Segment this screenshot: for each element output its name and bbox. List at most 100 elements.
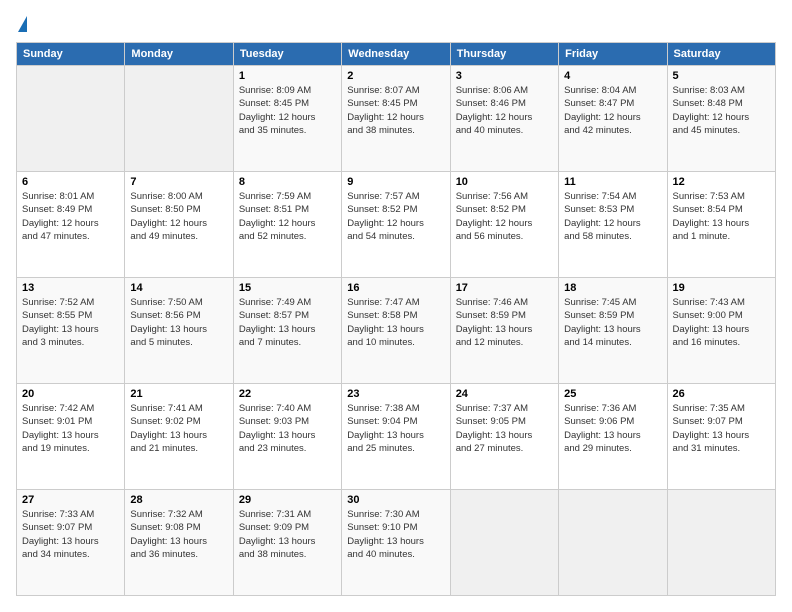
day-number: 5 xyxy=(673,70,770,82)
calendar-cell: 8 Sunrise: 7:59 AM Sunset: 8:51 PM Daylig… xyxy=(233,172,341,278)
day-number: 18 xyxy=(564,282,661,294)
calendar-cell: 20 Sunrise: 7:42 AM Sunset: 9:01 PM Dayli… xyxy=(17,384,125,490)
calendar-cell: 9 Sunrise: 7:57 AM Sunset: 8:52 PM Daylig… xyxy=(342,172,450,278)
day-info: Sunrise: 7:41 AM Sunset: 9:02 PM Dayligh… xyxy=(130,402,227,455)
day-info: Sunrise: 7:56 AM Sunset: 8:52 PM Dayligh… xyxy=(456,190,553,243)
day-info: Sunrise: 8:01 AM Sunset: 8:49 PM Dayligh… xyxy=(22,190,119,243)
day-number: 20 xyxy=(22,388,119,400)
day-info: Sunrise: 7:31 AM Sunset: 9:09 PM Dayligh… xyxy=(239,508,336,561)
day-info: Sunrise: 7:33 AM Sunset: 9:07 PM Dayligh… xyxy=(22,508,119,561)
day-number: 17 xyxy=(456,282,553,294)
day-info: Sunrise: 7:42 AM Sunset: 9:01 PM Dayligh… xyxy=(22,402,119,455)
calendar-cell xyxy=(559,490,667,596)
calendar-cell: 24 Sunrise: 7:37 AM Sunset: 9:05 PM Dayli… xyxy=(450,384,558,490)
calendar-week-row: 27 Sunrise: 7:33 AM Sunset: 9:07 PM Dayli… xyxy=(17,490,776,596)
day-info: Sunrise: 8:07 AM Sunset: 8:45 PM Dayligh… xyxy=(347,84,444,137)
calendar-cell: 25 Sunrise: 7:36 AM Sunset: 9:06 PM Dayli… xyxy=(559,384,667,490)
calendar-cell: 5Sunrise: 8:03 AM Sunset: 8:48 PM Daylig… xyxy=(667,66,775,172)
calendar-cell: 6 Sunrise: 8:01 AM Sunset: 8:49 PM Daylig… xyxy=(17,172,125,278)
day-number: 29 xyxy=(239,494,336,506)
weekday-header-monday: Monday xyxy=(125,43,233,66)
day-info: Sunrise: 7:38 AM Sunset: 9:04 PM Dayligh… xyxy=(347,402,444,455)
day-info: Sunrise: 7:32 AM Sunset: 9:08 PM Dayligh… xyxy=(130,508,227,561)
day-info: Sunrise: 7:54 AM Sunset: 8:53 PM Dayligh… xyxy=(564,190,661,243)
calendar-cell: 13 Sunrise: 7:52 AM Sunset: 8:55 PM Dayli… xyxy=(17,278,125,384)
day-number: 3 xyxy=(456,70,553,82)
calendar-cell: 3 Sunrise: 8:06 AM Sunset: 8:46 PM Daylig… xyxy=(450,66,558,172)
calendar-cell: 29 Sunrise: 7:31 AM Sunset: 9:09 PM Dayli… xyxy=(233,490,341,596)
day-number: 19 xyxy=(673,282,770,294)
day-number: 26 xyxy=(673,388,770,400)
day-info: Sunrise: 7:59 AM Sunset: 8:51 PM Dayligh… xyxy=(239,190,336,243)
day-info: Sunrise: 7:46 AM Sunset: 8:59 PM Dayligh… xyxy=(456,296,553,349)
day-info: Sunrise: 7:50 AM Sunset: 8:56 PM Dayligh… xyxy=(130,296,227,349)
day-info: Sunrise: 7:45 AM Sunset: 8:59 PM Dayligh… xyxy=(564,296,661,349)
day-number: 16 xyxy=(347,282,444,294)
calendar-header-row: SundayMondayTuesdayWednesdayThursdayFrid… xyxy=(17,43,776,66)
calendar-cell: 2Sunrise: 8:07 AM Sunset: 8:45 PM Daylig… xyxy=(342,66,450,172)
day-number: 23 xyxy=(347,388,444,400)
calendar-cell: 23 Sunrise: 7:38 AM Sunset: 9:04 PM Dayli… xyxy=(342,384,450,490)
calendar-week-row: 1 Sunrise: 8:09 AM Sunset: 8:45 PM Daylig… xyxy=(17,66,776,172)
day-info: Sunrise: 7:36 AM Sunset: 9:06 PM Dayligh… xyxy=(564,402,661,455)
day-info: Sunrise: 7:49 AM Sunset: 8:57 PM Dayligh… xyxy=(239,296,336,349)
day-info: Sunrise: 7:57 AM Sunset: 8:52 PM Dayligh… xyxy=(347,190,444,243)
calendar-cell: 27 Sunrise: 7:33 AM Sunset: 9:07 PM Dayli… xyxy=(17,490,125,596)
calendar-cell xyxy=(450,490,558,596)
logo-triangle-icon xyxy=(18,16,27,32)
day-info: Sunrise: 7:35 AM Sunset: 9:07 PM Dayligh… xyxy=(673,402,770,455)
weekday-header-friday: Friday xyxy=(559,43,667,66)
calendar-cell xyxy=(17,66,125,172)
calendar-cell: 16Sunrise: 7:47 AM Sunset: 8:58 PM Dayli… xyxy=(342,278,450,384)
page: SundayMondayTuesdayWednesdayThursdayFrid… xyxy=(0,0,792,612)
day-number: 7 xyxy=(130,176,227,188)
weekday-header-tuesday: Tuesday xyxy=(233,43,341,66)
day-number: 25 xyxy=(564,388,661,400)
day-info: Sunrise: 8:00 AM Sunset: 8:50 PM Dayligh… xyxy=(130,190,227,243)
day-number: 8 xyxy=(239,176,336,188)
day-number: 24 xyxy=(456,388,553,400)
day-number: 4 xyxy=(564,70,661,82)
day-number: 30 xyxy=(347,494,444,506)
day-number: 12 xyxy=(673,176,770,188)
day-number: 9 xyxy=(347,176,444,188)
calendar-cell: 12 Sunrise: 7:53 AM Sunset: 8:54 PM Dayli… xyxy=(667,172,775,278)
calendar-cell: 18 Sunrise: 7:45 AM Sunset: 8:59 PM Dayli… xyxy=(559,278,667,384)
calendar-table: SundayMondayTuesdayWednesdayThursdayFrid… xyxy=(16,42,776,596)
day-info: Sunrise: 7:52 AM Sunset: 8:55 PM Dayligh… xyxy=(22,296,119,349)
calendar-cell: 30 Sunrise: 7:30 AM Sunset: 9:10 PM Dayli… xyxy=(342,490,450,596)
calendar-cell: 15 Sunrise: 7:49 AM Sunset: 8:57 PM Dayli… xyxy=(233,278,341,384)
day-number: 15 xyxy=(239,282,336,294)
calendar-cell: 1 Sunrise: 8:09 AM Sunset: 8:45 PM Daylig… xyxy=(233,66,341,172)
calendar-cell: 4Sunrise: 8:04 AM Sunset: 8:47 PM Daylig… xyxy=(559,66,667,172)
day-number: 11 xyxy=(564,176,661,188)
day-number: 14 xyxy=(130,282,227,294)
calendar-cell: 21 Sunrise: 7:41 AM Sunset: 9:02 PM Dayli… xyxy=(125,384,233,490)
day-info: Sunrise: 7:40 AM Sunset: 9:03 PM Dayligh… xyxy=(239,402,336,455)
weekday-header-thursday: Thursday xyxy=(450,43,558,66)
day-info: Sunrise: 7:43 AM Sunset: 9:00 PM Dayligh… xyxy=(673,296,770,349)
day-number: 6 xyxy=(22,176,119,188)
calendar-cell: 28 Sunrise: 7:32 AM Sunset: 9:08 PM Dayli… xyxy=(125,490,233,596)
logo xyxy=(16,16,27,32)
day-info: Sunrise: 8:06 AM Sunset: 8:46 PM Dayligh… xyxy=(456,84,553,137)
day-number: 21 xyxy=(130,388,227,400)
day-info: Sunrise: 8:09 AM Sunset: 8:45 PM Dayligh… xyxy=(239,84,336,137)
day-number: 13 xyxy=(22,282,119,294)
calendar-cell xyxy=(125,66,233,172)
day-number: 1 xyxy=(239,70,336,82)
calendar-cell: 11 Sunrise: 7:54 AM Sunset: 8:53 PM Dayli… xyxy=(559,172,667,278)
weekday-header-saturday: Saturday xyxy=(667,43,775,66)
day-info: Sunrise: 7:53 AM Sunset: 8:54 PM Dayligh… xyxy=(673,190,770,243)
day-number: 10 xyxy=(456,176,553,188)
calendar-cell: 7 Sunrise: 8:00 AM Sunset: 8:50 PM Daylig… xyxy=(125,172,233,278)
calendar-cell: 22Sunrise: 7:40 AM Sunset: 9:03 PM Dayli… xyxy=(233,384,341,490)
calendar-cell: 26 Sunrise: 7:35 AM Sunset: 9:07 PM Dayli… xyxy=(667,384,775,490)
day-info: Sunrise: 7:37 AM Sunset: 9:05 PM Dayligh… xyxy=(456,402,553,455)
calendar-cell: 19 Sunrise: 7:43 AM Sunset: 9:00 PM Dayli… xyxy=(667,278,775,384)
day-number: 28 xyxy=(130,494,227,506)
day-info: Sunrise: 7:30 AM Sunset: 9:10 PM Dayligh… xyxy=(347,508,444,561)
calendar-cell: 17 Sunrise: 7:46 AM Sunset: 8:59 PM Dayli… xyxy=(450,278,558,384)
day-number: 27 xyxy=(22,494,119,506)
calendar-week-row: 20 Sunrise: 7:42 AM Sunset: 9:01 PM Dayli… xyxy=(17,384,776,490)
